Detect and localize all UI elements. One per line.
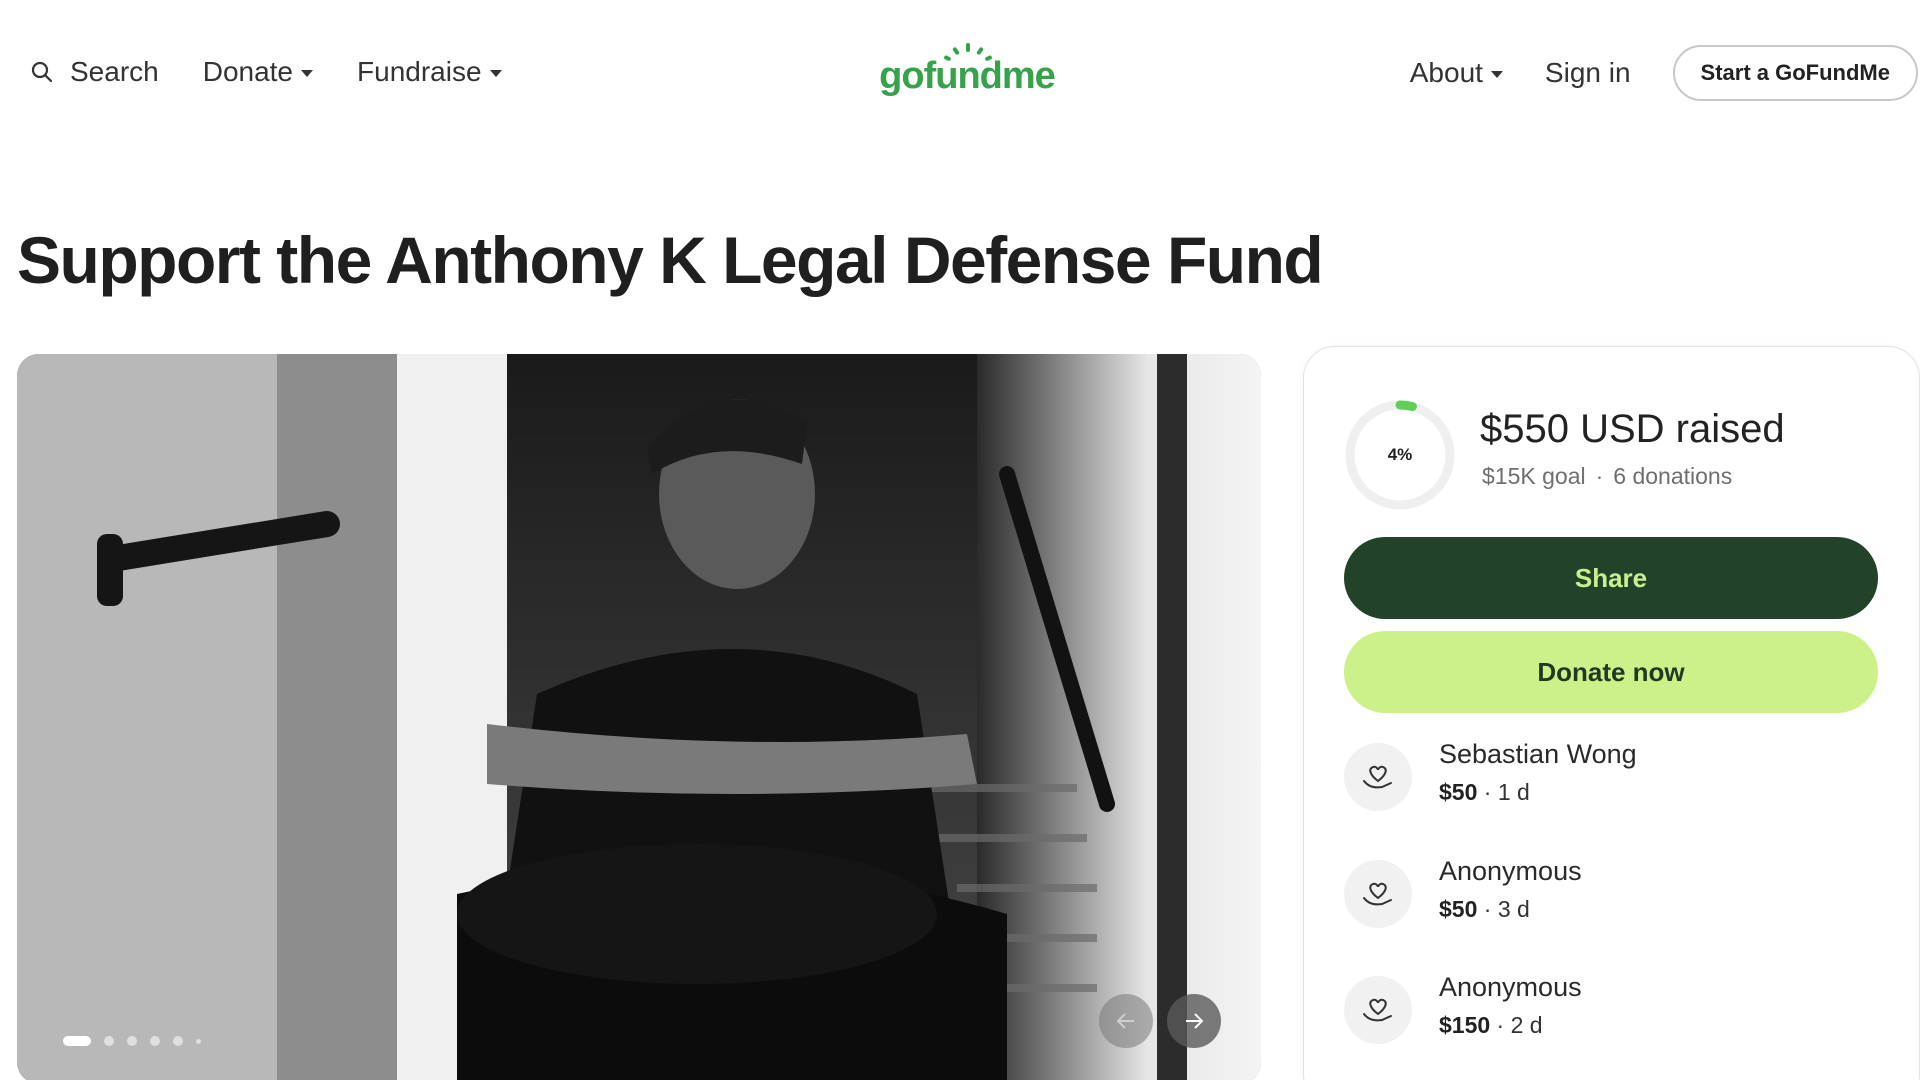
carousel-dot[interactable] [173, 1036, 183, 1046]
page-title: Support the Anthony K Legal Defense Fund [17, 223, 1324, 297]
start-gofundme-button[interactable]: Start a GoFundMe [1672, 45, 1918, 101]
caret-down-icon [489, 69, 502, 77]
donor-name: Anonymous [1439, 856, 1582, 886]
nav-left: Search Donate Fundraise [30, 50, 546, 94]
donation-item: Sebastian Wong $50 · 1 d [1344, 737, 1878, 817]
site-header: Search Donate Fundraise gofundme About S… [0, 0, 1920, 145]
carousel-dot[interactable] [196, 1038, 201, 1044]
donor-avatar [1344, 860, 1412, 928]
progress-percent: 4% [1387, 445, 1413, 464]
heart-hand-icon [1363, 765, 1392, 789]
heart-hand-icon [1363, 998, 1392, 1022]
share-button[interactable]: Share [1344, 537, 1878, 619]
donation-item: Anonymous $50 · 3 d [1344, 854, 1878, 934]
nav-right: About Sign in Start a GoFundMe [1410, 44, 1920, 102]
heart-hand-icon [1363, 882, 1392, 906]
caret-down-icon [1490, 70, 1503, 78]
donor-avatar [1344, 743, 1412, 811]
arrow-right-icon [1186, 1013, 1204, 1029]
gofundme-logo[interactable]: gofundme [874, 40, 1060, 110]
donation-time: 3 d [1497, 896, 1530, 922]
carousel-dot-active[interactable] [63, 1036, 91, 1046]
caret-down-icon [301, 69, 314, 77]
donation-amount: $50 [1439, 896, 1478, 922]
donation-card: 4% $550 USD raised $15K goal · 6 donations… [1303, 346, 1920, 1080]
carousel-dot[interactable] [127, 1036, 137, 1046]
amount-raised: $550 USD raised [1480, 407, 1785, 451]
fundraise-menu-label: Fundraise [357, 56, 482, 87]
donation-count: 6 donations [1613, 463, 1733, 489]
search-label: Search [70, 56, 159, 87]
goal-amount: $15K goal [1482, 463, 1586, 489]
donor-name: Anonymous [1439, 972, 1582, 1002]
goal-summary: $15K goal · 6 donations [1482, 463, 1732, 490]
donation-amount: $50 [1439, 779, 1478, 805]
fundraise-menu[interactable]: Fundraise [357, 56, 502, 88]
arrow-left-icon [1116, 1013, 1134, 1029]
donor-avatar [1344, 976, 1412, 1044]
search-link[interactable]: Search [30, 56, 159, 88]
donation-item: Anonymous $150 · 2 d [1344, 970, 1878, 1050]
donation-meta: $50 · 3 d [1439, 896, 1530, 922]
campaign-photo [17, 354, 1261, 1080]
donor-name: Sebastian Wong [1439, 739, 1637, 769]
campaign-photo-carousel[interactable] [17, 354, 1261, 1080]
donation-amount: $150 [1439, 1012, 1491, 1038]
about-menu-label: About [1409, 57, 1483, 88]
donation-time: 1 d [1497, 779, 1530, 805]
donate-now-button[interactable]: Donate now [1344, 631, 1878, 713]
about-menu[interactable]: About [1410, 57, 1503, 89]
carousel-indicators [63, 1036, 214, 1046]
donate-menu[interactable]: Donate [202, 56, 314, 88]
progress-ring: 4% [1344, 399, 1456, 511]
carousel-dot[interactable] [104, 1036, 114, 1046]
separator: · [1595, 463, 1604, 489]
previous-photo-button[interactable] [1099, 994, 1153, 1048]
logo-text: gofundme [879, 55, 1055, 97]
carousel-dot[interactable] [150, 1036, 160, 1046]
donation-time: 2 d [1510, 1012, 1543, 1038]
donation-meta: $50 · 1 d [1439, 779, 1530, 805]
donation-meta: $150 · 2 d [1439, 1012, 1543, 1038]
search-icon [31, 61, 53, 83]
sign-in-link[interactable]: Sign in [1545, 57, 1631, 89]
next-photo-button[interactable] [1167, 994, 1221, 1048]
sign-in-label: Sign in [1544, 57, 1631, 88]
donate-menu-label: Donate [202, 56, 294, 87]
logo-graphic: gofundme [879, 43, 1056, 97]
